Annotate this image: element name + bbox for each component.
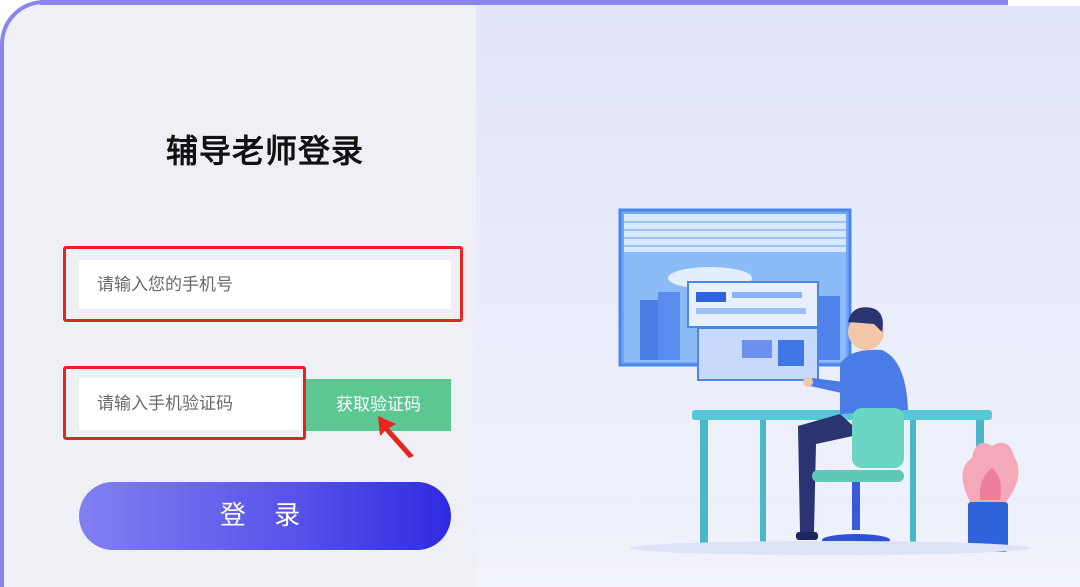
page: 辅导老师登录 获取验证码 登 录 xyxy=(0,0,1080,587)
login-button[interactable]: 登 录 xyxy=(79,482,451,550)
top-border-line xyxy=(40,0,1050,5)
annotation-box-phone xyxy=(63,246,463,322)
annotation-box-code xyxy=(63,366,306,440)
annotation-arrow-icon xyxy=(378,416,414,458)
top-right-corner xyxy=(1008,0,1080,6)
person-at-desk-computer-icon xyxy=(618,208,1030,555)
page-title: 辅导老师登录 xyxy=(165,132,364,170)
